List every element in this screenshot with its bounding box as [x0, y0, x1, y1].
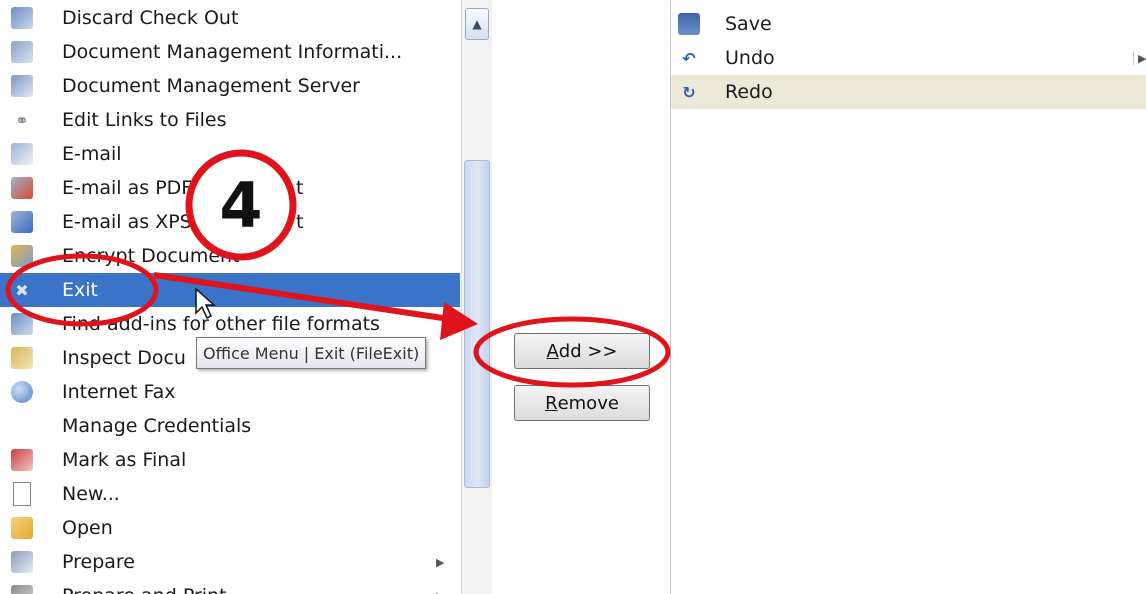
list-item[interactable]: Save: [671, 7, 1146, 41]
scroll-up-button[interactable]: ▲: [465, 8, 489, 40]
list-item-label: Prepare: [62, 551, 135, 573]
list-item-label-suffix: t: [296, 177, 304, 199]
step-number-badge: 4: [219, 168, 263, 242]
list-item-label: E-mail: [62, 143, 122, 165]
list-item[interactable]: Prepare ▶: [0, 545, 460, 579]
list-item[interactable]: Manage Credentials: [0, 409, 460, 443]
chain-link-icon: ⚭: [15, 110, 29, 130]
undo-icon: ↶: [682, 48, 696, 68]
list-item-label: Save: [725, 13, 772, 35]
scroll-thumb[interactable]: [464, 160, 490, 488]
list-item-label: Undo: [725, 47, 775, 69]
list-item[interactable]: Open: [0, 511, 460, 545]
list-item-label: Prepare and Print: [62, 585, 227, 594]
server-document-icon: [10, 74, 34, 98]
list-item-highlighted[interactable]: ↻ Redo: [671, 75, 1146, 109]
list-item-label: Inspect Docu: [62, 347, 186, 369]
prepare-icon: [10, 550, 34, 574]
list-item-label: Open: [62, 517, 113, 539]
mark-final-icon: [10, 448, 34, 472]
list-scrollbar[interactable]: ▲: [461, 0, 493, 594]
list-item-label: Discard Check Out: [62, 7, 239, 29]
print-icon: [10, 584, 34, 594]
list-item-label: Find add-ins for other file formats: [62, 313, 380, 335]
list-item[interactable]: Find add-ins for other file formats: [0, 307, 460, 341]
list-item-label: Mark as Final: [62, 449, 187, 471]
list-item[interactable]: ↶ Undo ▶: [671, 41, 1146, 75]
find-addins-icon: [10, 312, 34, 336]
list-item-label: Document Management Server: [62, 75, 360, 97]
remove-button[interactable]: Remove: [514, 385, 650, 421]
list-item-label: Redo: [725, 81, 773, 103]
inspect-icon: [10, 346, 34, 370]
open-folder-icon: [10, 516, 34, 540]
list-item-label: Exit: [62, 279, 98, 301]
list-item-label: Edit Links to Files: [62, 109, 227, 131]
list-item[interactable]: New...: [0, 477, 460, 511]
command-tooltip: Office Menu | Exit (FileExit): [196, 337, 427, 369]
list-item[interactable]: ⚭ Edit Links to Files: [0, 103, 460, 137]
available-commands-list[interactable]: Discard Check Out Document Management In…: [0, 0, 460, 594]
exit-icon: ✖: [15, 280, 29, 300]
add-button[interactable]: Add >>: [514, 333, 650, 369]
list-item[interactable]: Mark as Final: [0, 443, 460, 477]
list-item[interactable]: Document Management Informati...: [0, 35, 460, 69]
quick-access-list[interactable]: Save ↶ Undo ▶ ↻ Redo: [670, 0, 1146, 594]
list-item-label: E-mail as XPS: [62, 211, 192, 233]
mail-xps-icon: [10, 210, 34, 234]
mail-icon: [10, 142, 34, 166]
submenu-arrow-icon: ▶: [436, 590, 444, 594]
list-item[interactable]: Document Management Server: [0, 69, 460, 103]
submenu-arrow-icon: ▶: [436, 555, 445, 569]
chevron-up-icon: ▲: [472, 17, 482, 31]
fax-globe-icon: [10, 380, 34, 404]
document-arrow-icon: [10, 6, 34, 30]
list-item[interactable]: Internet Fax: [0, 375, 460, 409]
mouse-pointer-icon: [195, 287, 216, 320]
document-info-icon: [10, 40, 34, 64]
list-item-label: Document Management Informati...: [62, 41, 403, 63]
list-item-label: New...: [62, 483, 120, 505]
list-item-label: E-mail as PDF: [62, 177, 193, 199]
encrypt-icon: [10, 244, 34, 268]
submenu-arrow-icon: ▶: [1133, 51, 1146, 65]
list-item-label: Internet Fax: [62, 381, 176, 403]
list-item[interactable]: Prepare and Print ▶: [0, 579, 460, 594]
new-document-icon: [10, 482, 34, 506]
save-icon: [677, 12, 701, 36]
list-item-label: Manage Credentials: [62, 415, 252, 437]
list-item-label-suffix: t: [296, 211, 304, 233]
list-item-selected[interactable]: ✖ Exit: [0, 273, 460, 307]
mail-pdf-icon: [10, 176, 34, 200]
add-remove-panel: Add >> Remove: [492, 0, 670, 594]
list-item[interactable]: Discard Check Out: [0, 1, 460, 35]
redo-icon: ↻: [682, 82, 696, 102]
